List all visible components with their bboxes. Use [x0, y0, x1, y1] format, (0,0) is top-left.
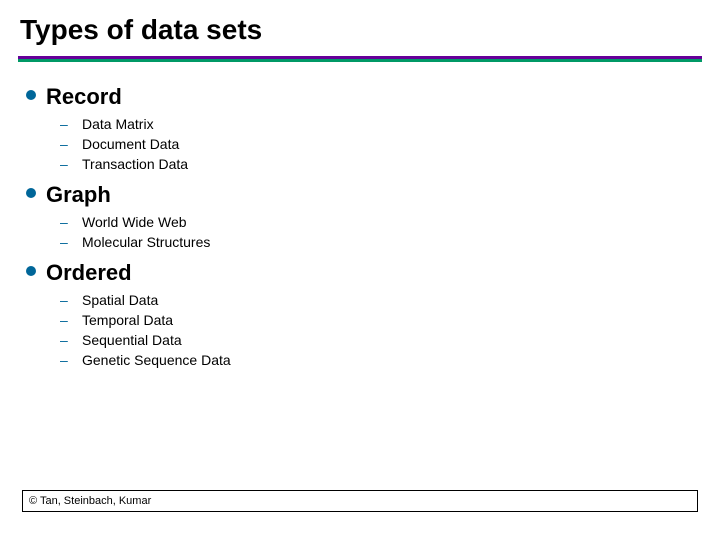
list-item-text: Molecular Structures	[82, 234, 210, 250]
list-item-text: World Wide Web	[82, 214, 187, 230]
dash-icon: –	[60, 116, 70, 132]
dash-icon: –	[60, 156, 70, 172]
list-item-text: Data Matrix	[82, 116, 154, 132]
dash-icon: –	[60, 312, 70, 328]
bullet-icon	[26, 266, 36, 276]
list-item: – Document Data	[60, 136, 702, 152]
dash-icon: –	[60, 234, 70, 250]
slide-content: Record – Data Matrix – Document Data – T…	[18, 62, 702, 368]
list-item-text: Spatial Data	[82, 292, 158, 308]
section-heading-text: Graph	[46, 182, 111, 208]
bullet-icon	[26, 90, 36, 100]
list-item-text: Genetic Sequence Data	[82, 352, 231, 368]
list-item-text: Document Data	[82, 136, 179, 152]
list-item-text: Temporal Data	[82, 312, 173, 328]
bullet-icon	[26, 188, 36, 198]
footer-box: © Tan, Steinbach, Kumar	[22, 490, 698, 512]
slide-title: Types of data sets	[18, 10, 702, 56]
list-item: – Genetic Sequence Data	[60, 352, 702, 368]
list-item: – Transaction Data	[60, 156, 702, 172]
list-item: – Spatial Data	[60, 292, 702, 308]
slide: Types of data sets Record – Data Matrix …	[0, 0, 720, 540]
dash-icon: –	[60, 332, 70, 348]
section-heading: Graph	[26, 182, 702, 208]
list-item-text: Transaction Data	[82, 156, 188, 172]
section-heading: Ordered	[26, 260, 702, 286]
list-item: – World Wide Web	[60, 214, 702, 230]
list-item: – Sequential Data	[60, 332, 702, 348]
list-item: – Temporal Data	[60, 312, 702, 328]
footer-text: © Tan, Steinbach, Kumar	[29, 495, 151, 507]
dash-icon: –	[60, 136, 70, 152]
list-item-text: Sequential Data	[82, 332, 182, 348]
section-heading-text: Record	[46, 84, 122, 110]
list-item: – Data Matrix	[60, 116, 702, 132]
list-item: – Molecular Structures	[60, 234, 702, 250]
dash-icon: –	[60, 352, 70, 368]
section-heading-text: Ordered	[46, 260, 132, 286]
dash-icon: –	[60, 214, 70, 230]
dash-icon: –	[60, 292, 70, 308]
section-heading: Record	[26, 84, 702, 110]
